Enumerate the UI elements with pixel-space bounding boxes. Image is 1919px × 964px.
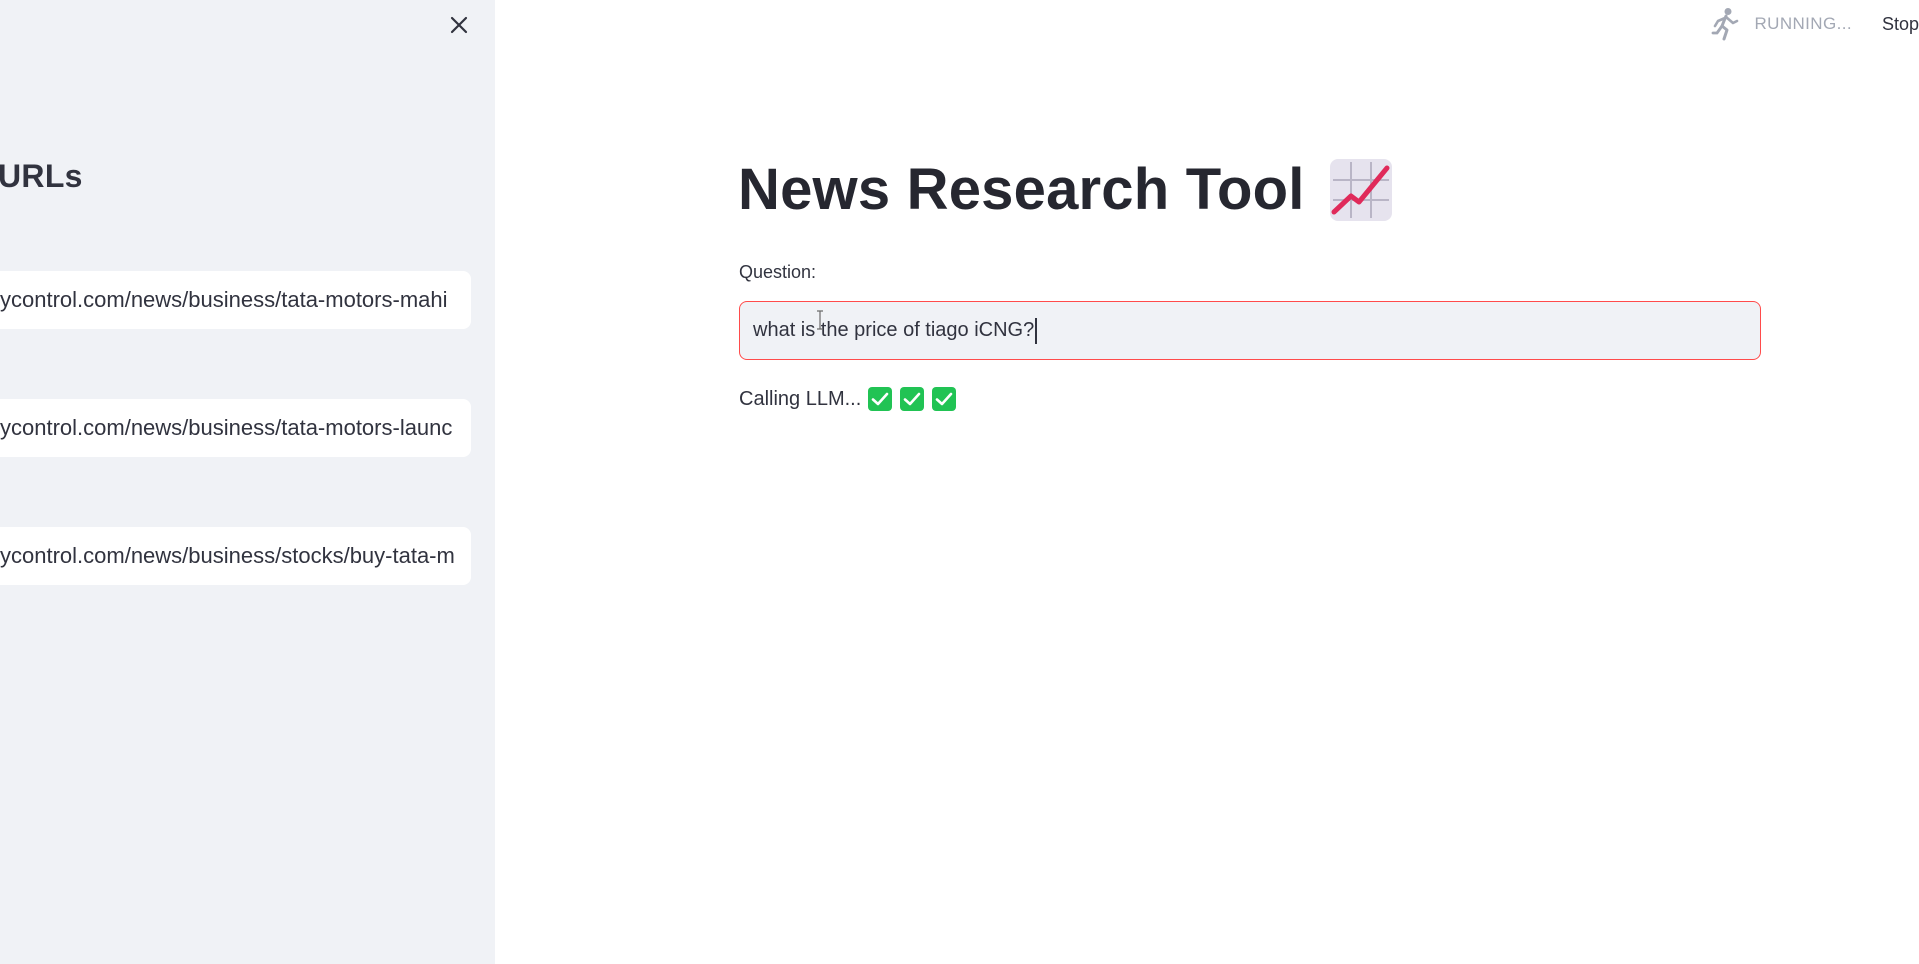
page-title-text: News Research Tool bbox=[738, 157, 1305, 222]
question-label: Question: bbox=[739, 262, 817, 282]
sidebar-close-button[interactable] bbox=[440, 10, 478, 40]
url-input-3[interactable]: ycontrol.com/news/business/stocks/buy-ta… bbox=[0, 527, 471, 585]
chart-increasing-icon bbox=[1329, 158, 1392, 221]
sidebar: URLs ycontrol.com/news/business/tata-mot… bbox=[0, 0, 495, 964]
app-root: URLs ycontrol.com/news/business/tata-mot… bbox=[0, 0, 1919, 964]
check-mark-icon bbox=[932, 387, 957, 411]
question-input[interactable]: what is the price of tiago iCNG? bbox=[739, 301, 1761, 360]
status-text: RUNNING... bbox=[1754, 14, 1852, 33]
close-icon bbox=[450, 16, 468, 34]
url-input-2-value: ycontrol.com/news/business/tata-motors-l… bbox=[0, 415, 453, 440]
question-input-value: what is the price of tiago iCNG? bbox=[753, 319, 1035, 341]
sidebar-title: URLs bbox=[0, 158, 83, 194]
llm-status: Calling LLM... bbox=[739, 386, 957, 412]
check-mark-icon bbox=[868, 387, 893, 411]
running-man-icon bbox=[1708, 6, 1742, 42]
text-cursor-icon bbox=[817, 310, 823, 330]
running-status: RUNNING... Stop bbox=[1708, 6, 1919, 42]
url-input-2[interactable]: ycontrol.com/news/business/tata-motors-l… bbox=[0, 399, 471, 457]
page-title: News Research Tool bbox=[738, 156, 1393, 223]
url-input-3-value: ycontrol.com/news/business/stocks/buy-ta… bbox=[0, 543, 455, 568]
stop-button[interactable]: Stop bbox=[1882, 14, 1919, 35]
text-caret bbox=[1035, 317, 1037, 344]
url-input-1[interactable]: ycontrol.com/news/business/tata-motors-m… bbox=[0, 271, 471, 329]
url-input-1-value: ycontrol.com/news/business/tata-motors-m… bbox=[0, 287, 448, 312]
check-mark-icon bbox=[900, 387, 925, 411]
llm-status-text: Calling LLM... bbox=[739, 387, 862, 410]
